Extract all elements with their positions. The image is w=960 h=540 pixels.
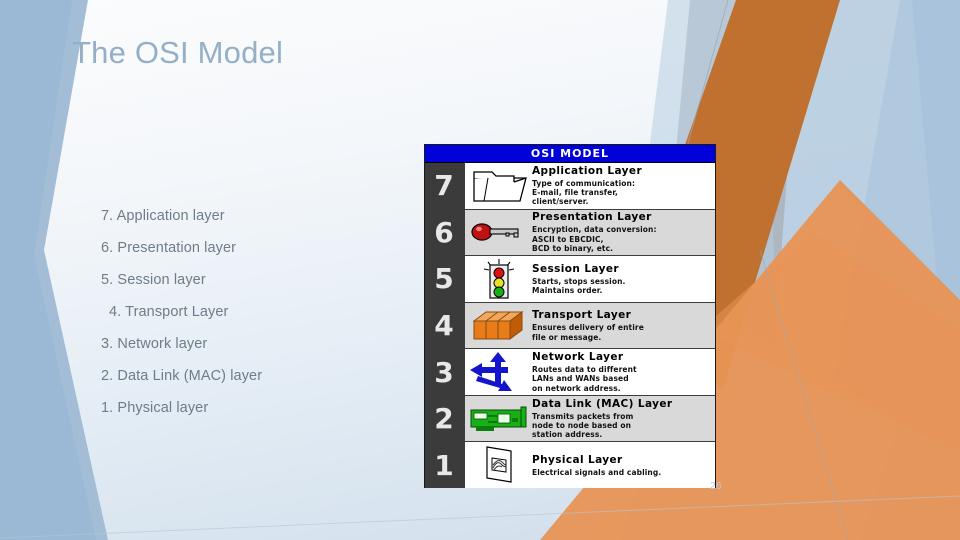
osi-row-network: 3 Network Layer Routes data to different… [425, 349, 715, 396]
hairline-3 [0, 495, 960, 539]
osi-layer-title: Application Layer [532, 164, 643, 177]
osi-row-application: 7 Application Layer Type of communicatio… [425, 163, 715, 210]
left-blue-band-inner [0, 0, 96, 540]
osi-row-body: Session Layer Starts, stops session. Main… [463, 256, 715, 302]
osi-row-transport: 4 Transport Layer Ensures delivery of en… [425, 302, 715, 350]
osi-row-physical: 1 Physical Layer Electrical signals and … [425, 442, 715, 489]
osi-row-text: Transport Layer Ensures delivery of enti… [532, 309, 715, 342]
osi-layer-desc: Ensures delivery of entire file or messag… [532, 323, 644, 342]
osi-row-body: Application Layer Type of communication:… [463, 163, 715, 209]
osi-rows-container: 7 Application Layer Type of communicatio… [425, 163, 715, 489]
slide-canvas: The OSI Model 7. Application layer 6. Pr… [0, 0, 960, 540]
right-pale-blue-mid [700, 0, 960, 540]
osi-layer-number: 3 [425, 349, 463, 395]
list-item: 4. Transport Layer [109, 304, 229, 320]
osi-layer-title: Data Link (MAC) Layer [532, 397, 673, 410]
osi-layer-desc: Transmits packets from node to node based… [532, 411, 634, 440]
osi-row-body: Transport Layer Ensures delivery of enti… [463, 302, 715, 349]
osi-row-data-link: 2 Data Link (MAC) Layer Transmits packet… [425, 395, 715, 443]
osi-row-text: Physical Layer Electrical signals and ca… [532, 454, 715, 477]
osi-layer-desc: Encryption, data conversion: ASCII to EBC… [532, 225, 657, 254]
osi-header-bar: OSI MODEL [425, 145, 715, 163]
hairline-2 [759, 249, 849, 540]
osi-layer-title: Session Layer [532, 262, 619, 275]
osi-layer-title: Physical Layer [532, 453, 623, 466]
osi-layer-title: Presentation Layer [532, 211, 652, 224]
orange-band-light-top [700, 232, 960, 452]
osi-row-presentation: 6 Presentation Layer Encryption, data co… [425, 209, 715, 257]
list-item: 5. Session layer [101, 272, 206, 288]
osi-layer-number: 1 [425, 442, 463, 489]
boxes-icon [466, 309, 532, 343]
osi-row-text: Network Layer Routes data to different LA… [532, 351, 715, 393]
osi-layer-desc: Routes data to different LANs and WANs ba… [532, 365, 637, 393]
osi-layer-number: 5 [425, 256, 463, 302]
osi-row-body: Presentation Layer Encryption, data conv… [463, 209, 715, 256]
page-number: 26 [710, 481, 723, 492]
wall-plate-icon [466, 444, 532, 486]
osi-row-body: Physical Layer Electrical signals and ca… [463, 442, 715, 489]
osi-layer-number: 2 [425, 395, 463, 442]
osi-layer-title: Network Layer [532, 351, 624, 364]
layer-list: 7. Application layer 6. Presentation lay… [101, 209, 401, 433]
list-item: 2. Data Link (MAC) layer [101, 368, 263, 384]
osi-layer-number: 4 [425, 302, 463, 349]
osi-row-body: Network Layer Routes data to different LA… [463, 349, 715, 395]
osi-layer-number: 6 [425, 209, 463, 256]
traffic-light-icon [466, 258, 532, 300]
osi-row-text: Presentation Layer Encryption, data conv… [532, 211, 715, 253]
osi-row-body: Data Link (MAC) Layer Transmits packets … [463, 395, 715, 442]
list-item: 1. Physical layer [101, 400, 209, 416]
arrows-icon [466, 350, 532, 394]
key-icon [466, 219, 532, 245]
left-blue-band [0, 0, 108, 540]
network-card-icon [466, 404, 532, 434]
list-item: 7. Application layer [101, 208, 225, 224]
page-title: The OSI Model [72, 35, 284, 70]
folder-icon [466, 168, 532, 204]
osi-row-text: Application Layer Type of communication:… [532, 165, 715, 207]
right-pale-blue-far [806, 0, 960, 540]
osi-row-session: 5 Session Layer Starts, stops session. M… [425, 256, 715, 303]
list-item: 6. Presentation layer [101, 240, 237, 256]
osi-layer-desc: Electrical signals and cabling. [532, 467, 662, 477]
list-item: 3. Network layer [101, 336, 208, 352]
osi-model-diagram: OSI MODEL 7 Application Layer Type of co… [424, 144, 716, 489]
osi-layer-desc: Starts, stops session. Maintains order. [532, 276, 626, 295]
osi-layer-title: Transport Layer [532, 309, 632, 322]
osi-layer-number: 7 [425, 163, 463, 209]
osi-layer-desc: Type of communication: E-mail, file trans… [532, 178, 636, 207]
osi-row-text: Data Link (MAC) Layer Transmits packets … [532, 398, 715, 440]
osi-row-text: Session Layer Starts, stops session. Main… [532, 263, 715, 296]
